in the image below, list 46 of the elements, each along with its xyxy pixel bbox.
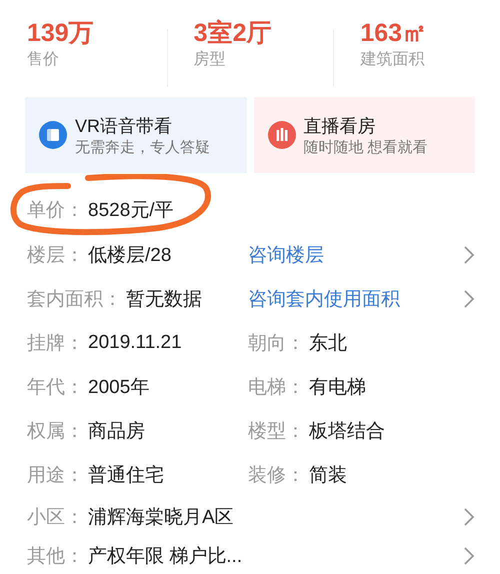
field-label: 单价：	[27, 199, 84, 223]
feature-subtitle: 无需奔走，专人答疑	[75, 138, 210, 156]
field-value: 2005年	[88, 376, 150, 400]
field-value: 商品房	[88, 420, 145, 444]
field-value: 东北	[309, 332, 347, 356]
field-label: 楼型：	[248, 420, 305, 444]
chevron-right-icon[interactable]	[463, 289, 475, 309]
field-value: 普通住宅	[88, 464, 164, 488]
feature-card[interactable]: 直播看房 随时随地 想看就看	[254, 97, 475, 173]
field-label: 装修：	[248, 464, 305, 488]
field-value: 板塔结合	[309, 420, 385, 444]
field-label: 年代：	[27, 376, 84, 400]
field-value: 有电梯	[309, 376, 366, 400]
chevron-right-icon[interactable]	[463, 506, 475, 526]
consult-link[interactable]: 咨询套内使用面积	[248, 286, 400, 312]
bars-icon	[268, 121, 296, 149]
field-value: 低楼层/28	[88, 244, 172, 268]
field-label: 电梯：	[248, 376, 305, 400]
field-value: 8528元/平	[88, 199, 174, 223]
field-label: 用途：	[27, 464, 84, 488]
pages-icon	[39, 121, 67, 149]
field-value: 暂无数据	[126, 288, 202, 312]
field-label: 楼层：	[27, 244, 84, 268]
field-label: 朝向：	[248, 332, 305, 356]
field-value: 2019.11.21	[88, 332, 182, 354]
field-value: 产权年限 梯户比...	[88, 544, 242, 568]
feature-subtitle: 随时随地 想看就看	[304, 138, 428, 156]
feature-title: VR语音带看	[75, 114, 174, 138]
field-value: 简装	[309, 464, 347, 488]
field-label: 其他：	[27, 544, 84, 568]
field-value: 浦辉海棠晓月A区	[88, 506, 234, 530]
stat-value: 3室2厅	[194, 19, 272, 47]
chevron-right-icon[interactable]	[463, 245, 475, 265]
stat-label: 建筑面积	[360, 50, 426, 70]
field-label: 权属：	[27, 420, 84, 444]
stat-label: 售价	[27, 50, 60, 70]
feature-card[interactable]: VR语音带看 无需奔走，专人答疑	[25, 97, 246, 173]
field-label: 挂牌：	[27, 332, 84, 356]
consult-link[interactable]: 咨询楼层	[248, 242, 324, 268]
feature-title: 直播看房	[304, 114, 376, 138]
chevron-right-icon[interactable]	[463, 546, 475, 566]
stat-label: 房型	[194, 50, 227, 70]
field-label: 套内面积：	[27, 288, 122, 312]
stat-value: 139万	[27, 19, 95, 47]
field-label: 小区：	[27, 506, 84, 530]
stat-value: 163㎡	[360, 19, 428, 47]
